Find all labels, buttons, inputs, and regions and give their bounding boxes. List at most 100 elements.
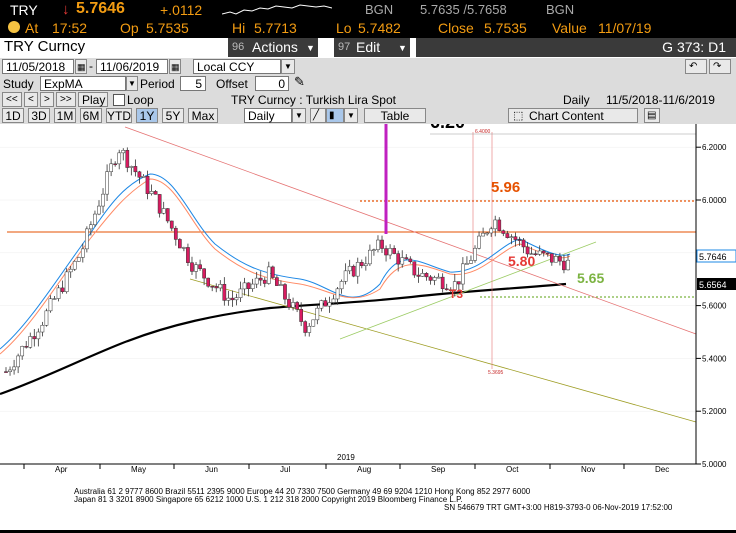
table-button[interactable]: Table [364, 108, 426, 123]
play-button[interactable]: Play [78, 92, 108, 107]
candle-body [283, 284, 287, 300]
sma-tag: 5.6564 [699, 280, 727, 290]
candle-body [291, 302, 295, 308]
pencil-icon[interactable]: ✎ [294, 75, 305, 89]
frequency-select[interactable]: Daily [244, 108, 292, 123]
price-chart[interactable]: 6.4000 5.3695 6.20 5.96 5.80 5.65 T3 6.2… [0, 112, 736, 530]
candle-body [509, 236, 514, 238]
candle-body [230, 297, 235, 301]
candle-body [465, 263, 469, 265]
last-price-tag: 5.7646 [699, 252, 727, 262]
candle-body [428, 276, 433, 281]
offset-field[interactable]: 0 [255, 76, 289, 91]
start-date-field[interactable]: 11/05/2018 [2, 59, 74, 74]
loop-label: Loop [127, 93, 154, 107]
candle-body [436, 276, 441, 279]
end-date-field[interactable]: 11/06/2019 [96, 59, 168, 74]
dropdown-arrow-icon[interactable]: ▼ [344, 108, 358, 123]
currency-select[interactable]: Local CCY [193, 59, 281, 74]
chart-canvas[interactable]: 6.4000 5.3695 6.20 5.96 5.80 5.65 T3 6.2… [0, 112, 736, 530]
undo-icon[interactable]: ↶ [685, 59, 707, 74]
candle-body [493, 219, 498, 230]
candle-body [485, 232, 489, 235]
candle-body [554, 256, 558, 263]
edit-label: Edit [356, 39, 381, 55]
x-tick-label: Sep [431, 465, 446, 474]
grid-icon[interactable]: ▤ [644, 108, 660, 123]
candle-body [396, 253, 401, 265]
redo-icon[interactable]: ↷ [709, 59, 731, 74]
candle-body [287, 298, 291, 308]
line-chart-icon[interactable]: ╱ [310, 108, 326, 123]
quote-line: TRY ↓ 5.7646 +.0112 BGN 5.7635 /5.7658 B… [0, 0, 736, 38]
candle-body [461, 263, 465, 285]
study-select[interactable]: ExpMA [40, 76, 126, 91]
x-tick-label: Jun [205, 465, 218, 474]
dropdown-arrow-icon: ▼ [306, 43, 315, 53]
candle-body [214, 286, 219, 289]
period-button-max[interactable]: Max [188, 108, 218, 123]
candle-body [202, 268, 206, 279]
candle-chart-icon[interactable]: ▮ [326, 108, 344, 123]
candle-body [331, 298, 336, 303]
candle-body [388, 248, 392, 256]
x-tick-label: Apr [55, 465, 68, 474]
period-button-1y[interactable]: 1Y [136, 108, 158, 123]
period-button-1d[interactable]: 1D [2, 108, 24, 123]
candle-body [165, 208, 170, 222]
period-button-3d[interactable]: 3D [28, 108, 50, 123]
date-separator: - [89, 59, 93, 73]
dropdown-arrow-icon[interactable]: ▼ [292, 108, 306, 123]
chart-content-button[interactable]: Chart Content [508, 108, 638, 123]
edit-menu[interactable]: 97 Edit ▼ [334, 38, 410, 57]
resistance-label: 5.96 [491, 179, 520, 196]
open-label: Op [120, 20, 139, 36]
security-title: TRY Curncy [4, 38, 86, 55]
candle-body [190, 262, 194, 272]
calendar-icon[interactable]: ▦ [169, 59, 181, 74]
candle-body [234, 297, 239, 301]
period-button-5y[interactable]: 5Y [162, 108, 184, 123]
candle-body [347, 265, 352, 272]
fast-forward-icon[interactable]: >> [56, 92, 76, 107]
last-price: 5.7646 [76, 0, 125, 17]
candle-body [242, 282, 247, 290]
candle-body [355, 262, 360, 277]
close-value: 5.7535 [484, 20, 527, 36]
candle-body [376, 239, 380, 250]
actions-menu[interactable]: 96 Actions ▼ [228, 38, 318, 57]
step-back-icon[interactable]: < [24, 92, 38, 107]
period-button-6m[interactable]: 6M [80, 108, 102, 123]
dropdown-arrow-icon[interactable]: ▼ [281, 59, 295, 74]
candle-body [24, 346, 29, 348]
candle-body [206, 277, 211, 287]
loop-checkbox[interactable] [113, 94, 125, 106]
candle-body [339, 281, 344, 290]
rewind-icon[interactable]: << [2, 92, 22, 107]
candle-body [351, 265, 356, 277]
calendar-icon[interactable]: ▦ [75, 59, 87, 74]
y-tick-label: 5.4000 [702, 354, 727, 363]
candle-body [303, 321, 308, 333]
candle-body [258, 277, 263, 281]
candle-body [182, 247, 186, 249]
candle-body [319, 300, 324, 309]
step-forward-icon[interactable]: > [40, 92, 54, 107]
candle-body [505, 233, 510, 238]
period-button-1m[interactable]: 1M [54, 108, 76, 123]
value-date: 11/07/19 [598, 20, 652, 36]
candle-body [323, 300, 328, 307]
candle-body [513, 236, 518, 240]
candle-body [117, 152, 122, 165]
period-button-ytd[interactable]: YTD [106, 108, 132, 123]
dropdown-arrow-icon[interactable]: ▼ [126, 76, 138, 91]
candle-body [32, 336, 37, 340]
candle-body [424, 273, 429, 278]
candle-body [473, 247, 477, 261]
candle-body [501, 230, 506, 234]
candle-body [85, 228, 89, 250]
candle-body [12, 366, 16, 371]
period-field[interactable]: 5 [180, 76, 206, 91]
candle-body [444, 288, 449, 291]
candle-body [537, 250, 542, 255]
